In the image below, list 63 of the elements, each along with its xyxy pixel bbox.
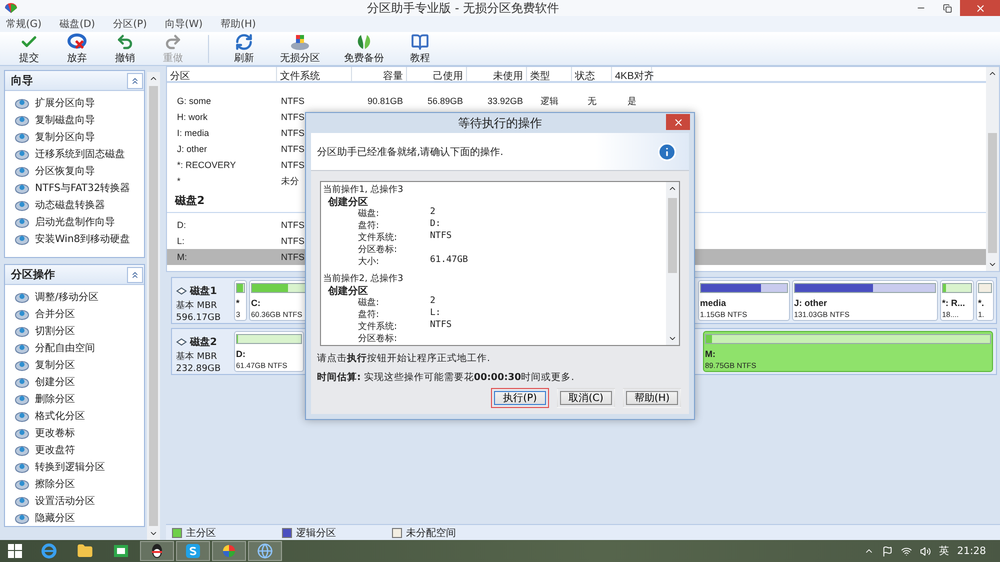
table-cell: * xyxy=(177,176,181,186)
disk-type: 基本 MBR xyxy=(176,350,218,363)
legend-label: 未分配空间 xyxy=(406,526,456,540)
table-cell: *: RECOVERY xyxy=(177,160,236,170)
field-value: L: xyxy=(430,308,441,320)
field-label: 分区卷标: xyxy=(358,332,398,344)
table-cell: 无 xyxy=(588,96,596,106)
table-cell: 33.92GB xyxy=(487,96,523,106)
table-cell: M: xyxy=(177,252,187,262)
table-cell: 90.81GB xyxy=(367,96,403,106)
partition-name: M: xyxy=(705,349,716,359)
field-label: 盘符: xyxy=(358,220,380,231)
panel-title: 分区操作 xyxy=(11,267,55,282)
panel-title: 向导 xyxy=(11,73,33,88)
partition-name: * xyxy=(236,298,241,308)
table-cell: H: work xyxy=(177,112,208,122)
table-cell: NTFS xyxy=(281,160,304,170)
table-cell: D: xyxy=(177,220,186,230)
table-cell: NTFS xyxy=(281,128,304,138)
partition-name: D: xyxy=(236,349,246,359)
field-label: 文件系统: xyxy=(358,232,398,243)
table-cell: NTFS xyxy=(281,144,304,154)
field-label: 大小: xyxy=(358,256,380,267)
table-cell: 是 xyxy=(628,96,636,106)
field-label: 磁盘: xyxy=(358,296,380,308)
table-cell: NTFS xyxy=(281,252,304,262)
table-cell: NTFS xyxy=(281,112,304,122)
partition-name: *. xyxy=(978,298,986,308)
table-cell: NTFS xyxy=(281,220,304,230)
disk-name: 磁盘1 xyxy=(176,284,230,298)
table-cell: L: xyxy=(177,236,185,246)
field-value: 61.47GB xyxy=(430,255,468,267)
dialog-message: 分区助手已经准备就绪,请确认下面的操作. xyxy=(317,146,504,158)
field-label: 文件系统: xyxy=(358,320,398,332)
dialog-title: 等待执行的操作 xyxy=(457,114,543,132)
field-value: D: xyxy=(430,219,441,231)
field-label: 盘符: xyxy=(358,308,380,320)
legend-label: 主分区 xyxy=(186,526,216,540)
partition-name: J: other xyxy=(794,298,828,308)
disk-name: 磁盘2 xyxy=(176,335,230,349)
disk-size: 232.89GB xyxy=(176,364,222,374)
legend-label: 逻辑分区 xyxy=(296,526,336,540)
table-cell: 未分 xyxy=(281,176,299,186)
disk-type: 基本 MBR xyxy=(176,300,218,312)
field-label: 分区卷标: xyxy=(358,244,398,255)
disk-size: 596.17GB xyxy=(176,313,222,323)
operation-title: 创建分区 xyxy=(326,196,369,207)
time-estimate: 时间估算: 实现这些操作可能需要花00:00:30时间或更多. xyxy=(316,371,576,384)
table-cell: NTFS xyxy=(281,96,304,106)
window-title: 分区助手专业版 - 无损分区免费软件 xyxy=(366,0,560,16)
field-value: NTFS xyxy=(430,231,452,243)
table-cell: J: other xyxy=(177,144,208,154)
partition-name: media xyxy=(700,298,728,308)
field-value: 2 xyxy=(430,296,436,308)
table-cell: NTFS xyxy=(281,236,304,246)
table-cell: 56.89GB xyxy=(427,96,463,106)
field-value: NTFS xyxy=(430,320,452,332)
partition-name: C: xyxy=(251,298,262,308)
instruction-text: 请点击执行按钮开始让程序正式地工作. xyxy=(316,352,492,365)
table-cell: I: media xyxy=(177,128,210,138)
table-cell: G: some xyxy=(177,96,212,106)
table-cell: 逻辑 xyxy=(540,96,558,106)
partition-name: *: R... xyxy=(942,298,966,308)
